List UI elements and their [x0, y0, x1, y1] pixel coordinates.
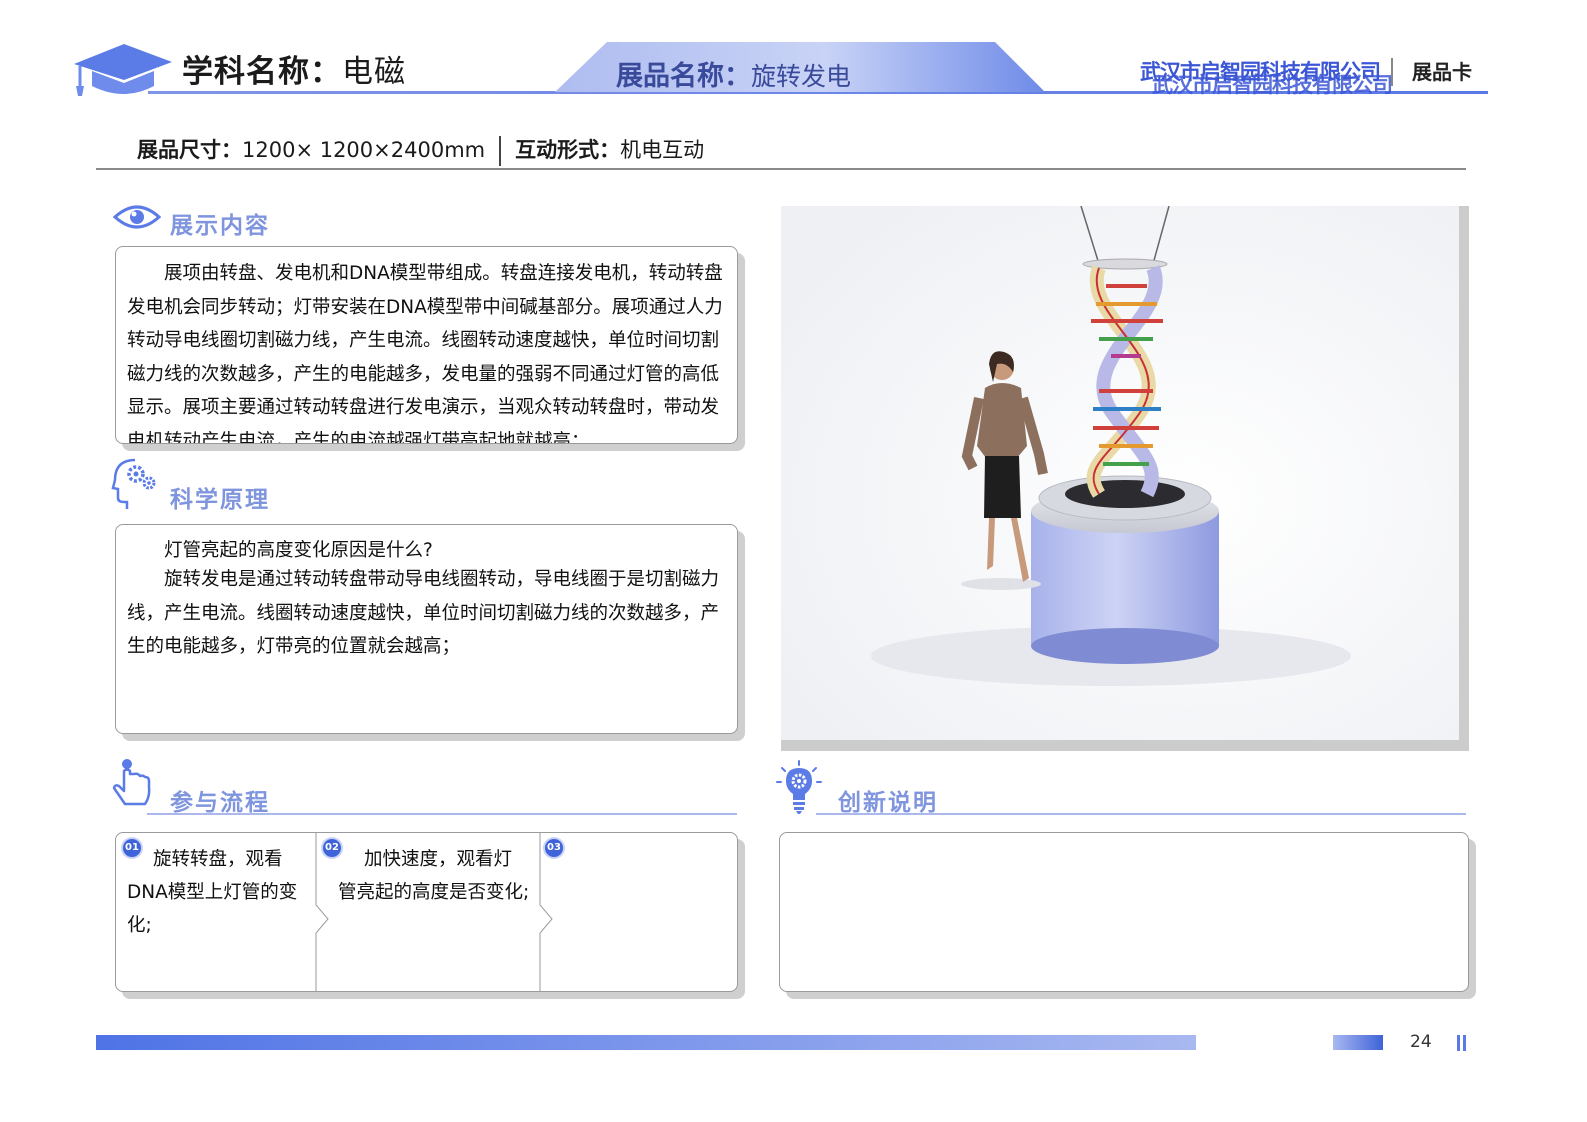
- exhibit-render-image: [781, 206, 1459, 740]
- subject-name: 学科名称：电磁: [182, 54, 406, 90]
- footer-bar-accent: [1333, 1035, 1383, 1050]
- innovation-title-underline: [816, 813, 1466, 815]
- card-label: 展品卡: [1412, 60, 1472, 84]
- photo-shadow-bottom: [781, 740, 1469, 751]
- pointing-hand-icon: [112, 759, 151, 806]
- size-label: 展品尺寸：: [137, 138, 242, 162]
- display-box: 展项由转盘、发电机和DNA模型带组成。转盘连接发电机，转动转盘发电机会同步转动；…: [115, 246, 738, 444]
- graduation-cap-icon: [74, 44, 172, 96]
- interaction-label: 互动形式：: [515, 138, 621, 162]
- spec-underline: [96, 168, 1466, 170]
- display-text: 展项由转盘、发电机和DNA模型带组成。转盘连接发电机，转动转盘发电机会同步转动；…: [127, 263, 723, 444]
- step-2-text: 加快速度，观看灯管亮起的高度是否变化;: [338, 849, 530, 903]
- page-number: 24: [1410, 1032, 1432, 1052]
- header-divider: [1391, 58, 1393, 86]
- principle-box: 灯管亮起的高度变化原因是什么? 旋转发电是通过转动转盘带动导电线圈转动，导电线圈…: [115, 524, 738, 734]
- principle-question: 灯管亮起的高度变化原因是什么?: [164, 540, 433, 561]
- step-3-number: 03: [545, 839, 563, 857]
- exhibit-name: 展品名称：旋转发电: [616, 61, 852, 92]
- spec-divider: [499, 136, 502, 166]
- process-title-underline: [147, 813, 737, 815]
- lightbulb-gear-icon: [776, 760, 822, 814]
- photo-shadow-right: [1459, 206, 1469, 751]
- process-title: 参与流程: [170, 790, 270, 816]
- spec-row: 展品尺寸：1200× 1200×2400mm 互动形式：机电互动: [137, 134, 704, 166]
- interaction-value: 机电互动: [620, 138, 705, 162]
- display-title: 展示内容: [170, 213, 270, 239]
- step-1-text: 旋转转盘，观看DNA模型上灯管的变化;: [127, 849, 298, 936]
- innovation-box: [779, 832, 1469, 992]
- company-name-shadow: 武汉市启智园科技有限公司: [1152, 73, 1393, 97]
- pause-marker-icon: [1457, 1035, 1466, 1051]
- head-gears-icon: [111, 458, 156, 509]
- size-value: 1200× 1200×2400mm: [242, 138, 486, 162]
- eye-icon: [113, 205, 161, 229]
- footer-bar: [96, 1035, 1196, 1050]
- principle-title: 科学原理: [170, 487, 270, 513]
- process-box: 01 旋转转盘，观看DNA模型上灯管的变化; 02 加快速度，观看灯管亮起的高度…: [115, 832, 738, 992]
- innovation-title: 创新说明: [838, 790, 938, 816]
- principle-text: 旋转发电是通过转动转盘带动导电线圈转动，导电线圈于是切割磁力线，产生电流。线圈转…: [127, 569, 720, 657]
